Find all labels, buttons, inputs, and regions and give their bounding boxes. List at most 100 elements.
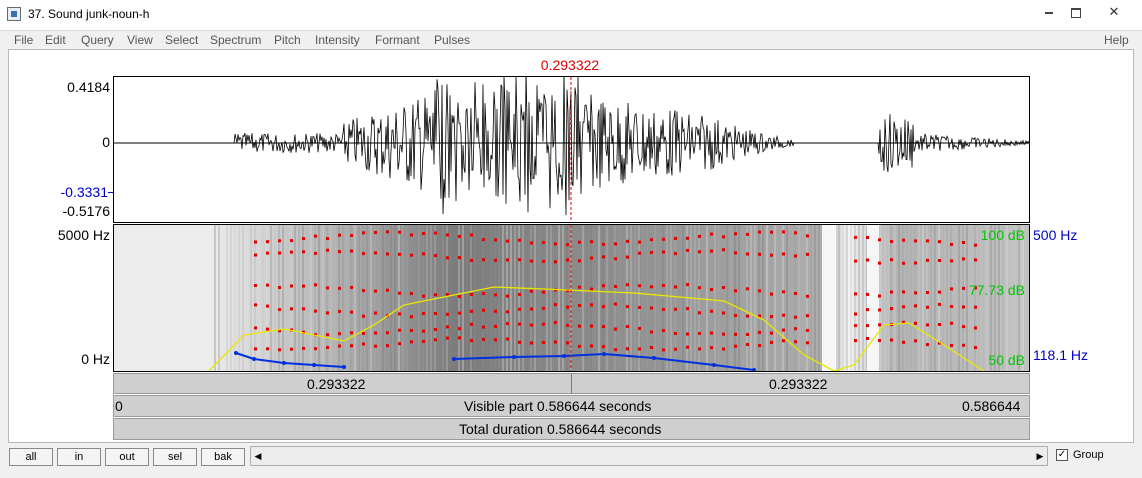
formant-dot — [398, 342, 401, 346]
formant-dot — [974, 326, 977, 330]
menu-select[interactable]: Select — [165, 33, 198, 47]
formant-dot — [434, 328, 437, 331]
formant-dot — [794, 231, 797, 235]
formant-dot — [422, 294, 425, 298]
formant-dot — [806, 341, 809, 345]
spectrogram-stripe — [906, 225, 908, 371]
spectrogram-stripe — [582, 225, 584, 371]
menu-view[interactable]: View — [127, 33, 153, 47]
spectrogram-stripe — [226, 225, 228, 371]
wave-cursor-value: -0.3331 — [60, 184, 108, 200]
arrow-left-icon[interactable]: ◀ — [251, 447, 265, 465]
visible-part-bar[interactable]: Visible part 0.586644 seconds — [113, 395, 1030, 417]
close-button[interactable]: ✕ — [1092, 2, 1136, 22]
horizontal-scrollbar[interactable]: ◀ ▶ — [250, 446, 1048, 466]
spectrogram-stripe — [510, 225, 512, 371]
spectrogram-stripe — [622, 225, 624, 371]
formant-dot — [662, 308, 665, 311]
formant-dot — [554, 260, 557, 264]
spectrogram-stripe — [630, 225, 632, 371]
formant-dot — [278, 286, 281, 289]
menu-edit[interactable]: Edit — [45, 33, 66, 47]
group-checkbox[interactable]: ✓ — [1056, 449, 1068, 461]
formant-dot — [590, 287, 593, 291]
menu-help[interactable]: Help — [1104, 33, 1129, 47]
spectrogram-stripe — [294, 225, 296, 371]
spectrogram-stripe — [842, 225, 844, 371]
menu-pitch[interactable]: Pitch — [274, 33, 301, 47]
zoom-sel-button[interactable]: sel — [153, 448, 197, 466]
spectrogram-stripe — [650, 225, 652, 371]
formant-dot — [266, 327, 269, 331]
spectrogram-stripe — [518, 225, 520, 371]
spectrogram-stripe — [342, 225, 344, 371]
formant-dot — [722, 286, 725, 289]
formant-dot — [710, 309, 713, 313]
formant-dot — [482, 325, 485, 329]
zoom-in-button[interactable]: in — [57, 448, 101, 466]
formant-dot — [458, 256, 461, 260]
formant-dot — [674, 252, 677, 256]
spectrogram-stripe — [282, 225, 284, 371]
segment-bar[interactable]: 0.293322 0.293322 — [113, 373, 1030, 394]
formant-dot — [350, 285, 353, 289]
arrow-right-icon[interactable]: ▶ — [1033, 447, 1047, 465]
formant-dot — [878, 323, 881, 327]
formant-dot — [338, 286, 341, 290]
zoom-back-button[interactable]: bak — [201, 448, 245, 466]
menu-query[interactable]: Query — [81, 33, 114, 47]
spectrogram-stripe — [774, 225, 776, 371]
menu-intensity[interactable]: Intensity — [315, 33, 360, 47]
menu-formant[interactable]: Formant — [375, 33, 420, 47]
formant-dot — [422, 311, 425, 315]
total-duration-bar[interactable]: Total duration 0.586644 seconds — [113, 418, 1030, 440]
formant-dot — [806, 328, 809, 332]
formant-dot — [890, 240, 893, 244]
spectrogram-stripe — [734, 225, 736, 371]
spectrogram-svg — [208, 225, 1029, 371]
visible-start-label: 0 — [115, 398, 123, 414]
formant-dot — [290, 239, 293, 243]
spectrogram-stripe — [802, 225, 804, 371]
formant-dot — [650, 285, 653, 289]
formant-dot — [470, 339, 473, 343]
spectrogram-stripe — [214, 225, 216, 371]
formant-dot — [806, 314, 809, 318]
formant-dot — [350, 249, 353, 253]
spectrogram-stripe — [586, 225, 588, 371]
formant-dot — [338, 332, 341, 336]
spectrogram-stripe — [494, 225, 496, 371]
intensity-bottom-label: 50 dB — [988, 352, 1025, 368]
spectrogram-stripe — [754, 225, 756, 371]
menu-pulses[interactable]: Pulses — [434, 33, 470, 47]
formant-dot — [506, 337, 509, 341]
menu-spectrum[interactable]: Spectrum — [210, 33, 261, 47]
formant-dot — [962, 241, 965, 244]
pitch-point — [452, 357, 456, 361]
formant-dot — [458, 234, 461, 238]
spectrogram-stripe — [318, 225, 320, 371]
spectrogram-stripe — [382, 225, 384, 371]
maximize-button[interactable] — [1064, 2, 1088, 22]
spec-bottom-freq: 0 Hz — [81, 351, 110, 367]
spectrogram-stripe — [714, 225, 716, 371]
minimize-icon — [1045, 11, 1053, 14]
formant-dot — [854, 235, 857, 239]
formant-dot — [782, 328, 785, 332]
zoom-out-button[interactable]: out — [105, 448, 149, 466]
spectrogram-stripe — [966, 225, 968, 371]
pitch-point — [602, 352, 606, 356]
formant-dot — [398, 328, 401, 332]
formant-dot — [362, 314, 365, 318]
minimize-button[interactable] — [1037, 2, 1061, 22]
spectrogram-stripe — [730, 225, 732, 371]
spectrogram-panel[interactable]: 100 dB 77.73 dB 50 dB — [113, 224, 1030, 372]
formant-dot — [602, 325, 605, 329]
spectrogram-stripe — [286, 225, 288, 371]
menu-file[interactable]: File — [14, 33, 33, 47]
zoom-all-button[interactable]: all — [9, 448, 53, 466]
formant-dot — [974, 258, 977, 262]
formant-dot — [710, 331, 713, 335]
waveform-panel[interactable] — [113, 76, 1030, 223]
spectrogram-stripe — [762, 225, 764, 371]
